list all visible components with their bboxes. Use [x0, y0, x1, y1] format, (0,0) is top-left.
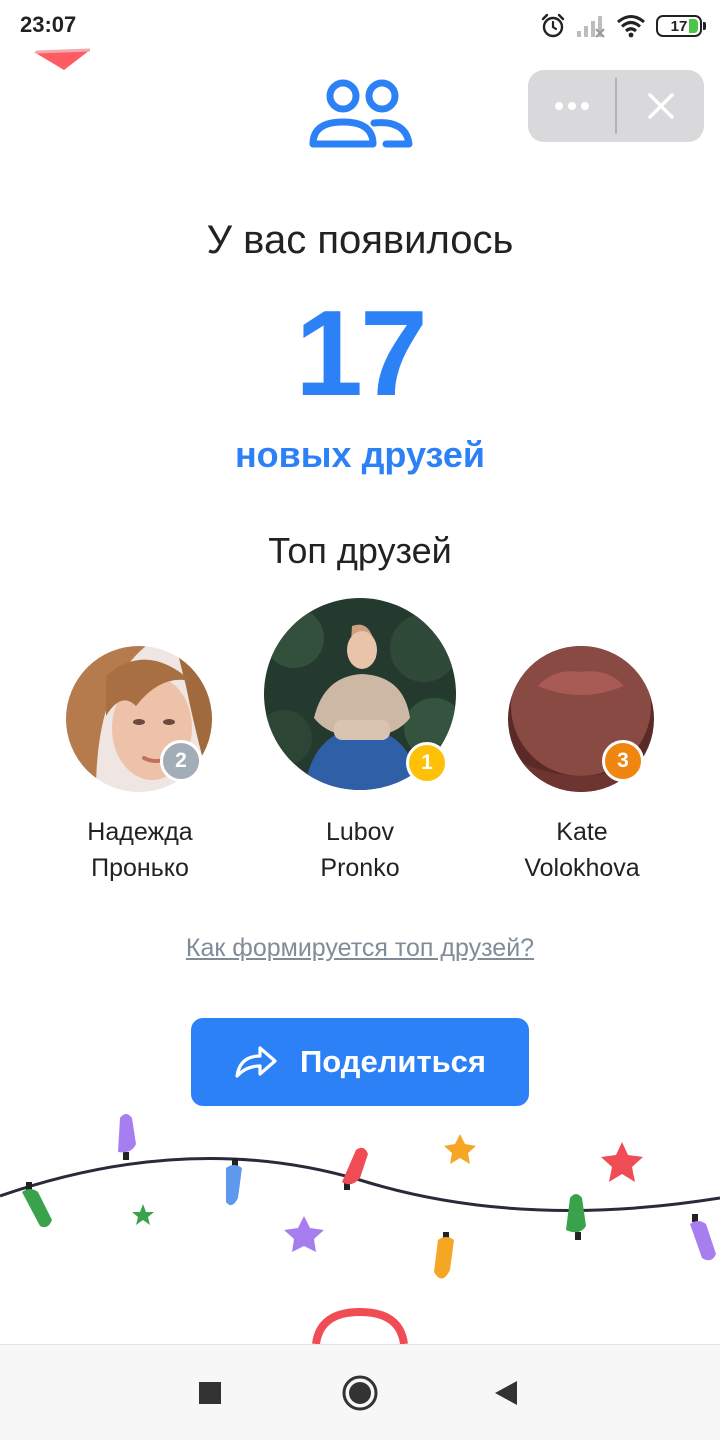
share-button-label: Поделиться	[299, 1044, 487, 1079]
back-icon	[495, 1381, 517, 1405]
rank-badge: 3	[602, 740, 644, 782]
close-button[interactable]	[617, 70, 704, 142]
top-friends-title: Топ друзей	[268, 530, 452, 571]
status-icons: 17	[540, 12, 706, 40]
friend-first-name: Lubov	[325, 818, 395, 846]
new-friends-count: 17	[295, 285, 428, 421]
light-bulb-green	[22, 1182, 52, 1228]
friend-last-name: Pronko	[320, 854, 400, 882]
more-dots-icon	[554, 102, 589, 110]
star-decoration	[132, 1204, 154, 1225]
rank-badge: 1	[406, 742, 448, 784]
signal-icon	[577, 16, 605, 38]
rank-badge: 2	[160, 740, 202, 782]
alarm-icon	[541, 13, 565, 38]
friend-last-name: Пронько	[91, 854, 189, 882]
light-bulb-purple	[690, 1214, 716, 1261]
star-decoration	[284, 1216, 324, 1252]
light-bulb-red	[342, 1147, 368, 1190]
ornament-decoration	[34, 48, 91, 70]
light-bulb-orange	[434, 1232, 454, 1279]
how-top-formed-link[interactable]: Как формируется топ друзей?	[0, 934, 720, 963]
garland-decoration	[0, 1114, 720, 1344]
new-friends-label: новых друзей	[234, 434, 486, 475]
friend-last-name: Volokhova	[524, 854, 640, 882]
wifi-icon	[617, 15, 645, 38]
friend-first-name: Kate	[556, 818, 608, 846]
light-bulb-blue	[226, 1158, 242, 1206]
battery-level: 17	[670, 17, 688, 35]
home-button[interactable]	[338, 1371, 382, 1415]
friend-first-name: Надежда	[87, 818, 193, 846]
back-button[interactable]	[484, 1371, 528, 1415]
home-icon	[342, 1375, 378, 1411]
top-friend-2[interactable]: 2 Надежда Пронько	[30, 640, 250, 900]
recent-apps-icon	[199, 1382, 221, 1404]
status-bar: 23:07 17	[0, 0, 720, 52]
share-arrow-icon	[235, 1046, 277, 1078]
top-friend-1[interactable]: 1 Lubov Pronko	[250, 594, 470, 900]
friends-icon	[309, 79, 413, 148]
recent-apps-button[interactable]	[188, 1371, 232, 1415]
light-bulb-green	[566, 1194, 586, 1240]
headline: У вас появилось	[206, 218, 514, 262]
light-bulb-purple	[118, 1114, 136, 1160]
more-button[interactable]	[528, 70, 615, 142]
ring-decoration	[312, 1307, 408, 1344]
star-decoration	[601, 1142, 643, 1182]
top-friend-3[interactable]: 3 Kate Volokhova	[472, 640, 692, 900]
status-time: 23:07	[20, 12, 77, 37]
mini-app-menu-capsule	[528, 70, 704, 142]
share-button[interactable]: Поделиться	[191, 1018, 529, 1106]
navigation-bar	[0, 1344, 720, 1440]
close-icon	[647, 93, 674, 119]
battery-icon: 17	[656, 15, 706, 37]
star-decoration	[444, 1134, 476, 1164]
